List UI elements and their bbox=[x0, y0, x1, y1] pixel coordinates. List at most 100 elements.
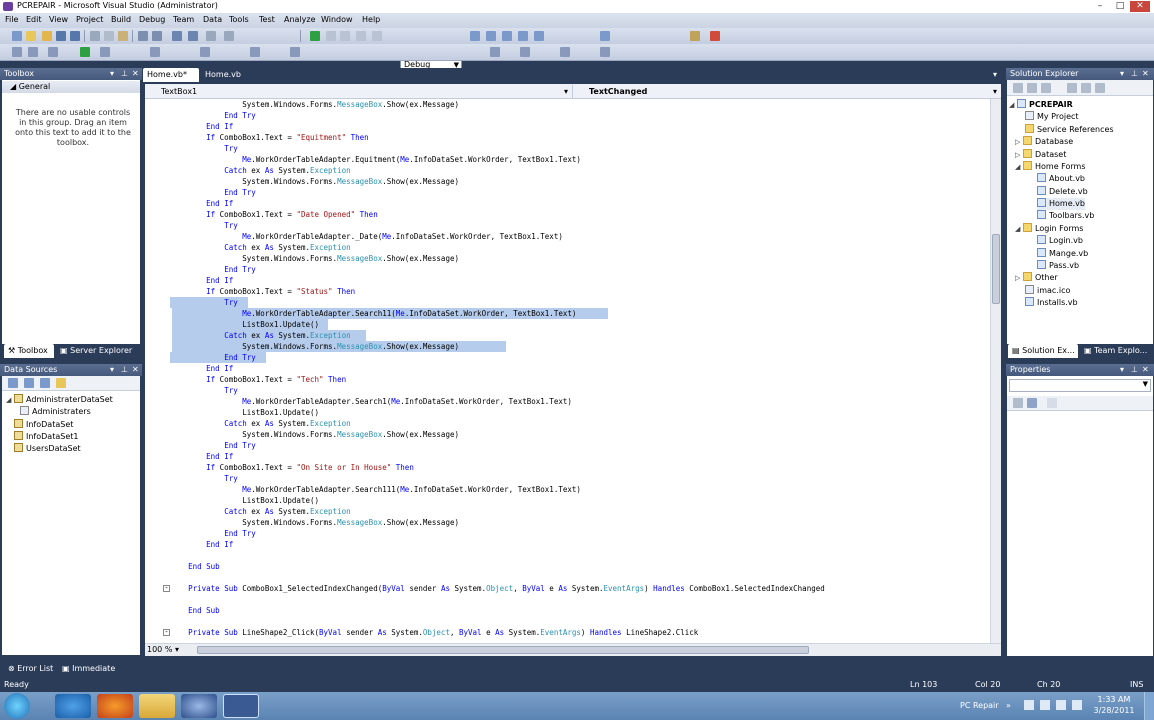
code-line[interactable]: System.Windows.Forms.MessageBox.Show(ex.… bbox=[170, 253, 459, 264]
code-line[interactable]: End Sub bbox=[170, 561, 220, 572]
close-icon[interactable]: ✕ bbox=[132, 364, 139, 376]
view-designer-icon[interactable] bbox=[1081, 83, 1091, 93]
code-line[interactable]: If ComboBox1.Text = "On Site or In House… bbox=[170, 462, 414, 473]
menu-view[interactable]: View bbox=[49, 15, 68, 24]
scroll-thumb[interactable] bbox=[992, 234, 1000, 304]
method-name-select[interactable]: TextChanged ▾ bbox=[575, 85, 1001, 98]
code-line[interactable]: Me.WorkOrderTableAdapter.Equitment(Me.In… bbox=[170, 154, 581, 165]
pin-dropdown-icon[interactable]: ▾ bbox=[110, 68, 114, 80]
start-button[interactable] bbox=[4, 693, 30, 719]
menu-build[interactable]: Build bbox=[111, 15, 131, 24]
refresh-icon[interactable] bbox=[1041, 83, 1051, 93]
step-over-icon[interactable] bbox=[372, 31, 382, 41]
copy-icon[interactable] bbox=[104, 31, 114, 41]
code-line[interactable]: Private Sub ComboBox1_SelectedIndexChang… bbox=[170, 583, 825, 594]
tree-item[interactable]: ▷ Dataset bbox=[1015, 149, 1066, 161]
pin-icon[interactable]: ⊥ bbox=[121, 364, 128, 376]
pin-dropdown-icon[interactable]: ▾ bbox=[110, 364, 114, 376]
step-into-icon[interactable] bbox=[356, 31, 366, 41]
code-line[interactable]: End Try bbox=[170, 110, 256, 121]
tab-home-vb[interactable]: Home.vb* bbox=[143, 68, 199, 82]
power-icon[interactable] bbox=[1072, 700, 1082, 710]
network-icon[interactable] bbox=[1040, 700, 1050, 710]
menu-tools[interactable]: Tools bbox=[229, 15, 249, 24]
code-line[interactable]: ListBox1.Update() bbox=[170, 319, 319, 330]
code-line[interactable]: Me.WorkOrderTableAdapter.Search111(Me.In… bbox=[170, 484, 581, 495]
code-line[interactable]: End If bbox=[170, 539, 233, 550]
tree-item[interactable]: Service References bbox=[1025, 124, 1114, 136]
pin-icon[interactable]: ⊥ bbox=[121, 68, 128, 80]
tab-error-list[interactable]: ⊗ Error List bbox=[4, 662, 56, 676]
align-center-icon[interactable] bbox=[28, 47, 38, 57]
visual-studio-taskbar-icon[interactable] bbox=[223, 694, 259, 718]
properties-icon[interactable] bbox=[502, 31, 512, 41]
close-icon[interactable]: ✕ bbox=[1142, 68, 1149, 80]
tree-item[interactable]: imac.ico bbox=[1025, 285, 1070, 297]
menu-window[interactable]: Window bbox=[321, 15, 353, 24]
tree-item[interactable]: ◢ Login Forms bbox=[1015, 223, 1083, 235]
code-line[interactable]: System.Windows.Forms.MessageBox.Show(ex.… bbox=[170, 341, 459, 352]
editor-horizontal-scrollbar[interactable]: 100 % ▾ bbox=[145, 643, 1001, 656]
code-line[interactable]: Me.WorkOrderTableAdapter.Search1(Me.Info… bbox=[170, 396, 572, 407]
indent-icon[interactable] bbox=[560, 47, 570, 57]
code-line[interactable]: Try bbox=[170, 385, 238, 396]
query-icon[interactable] bbox=[520, 47, 530, 57]
menu-help[interactable]: Help bbox=[362, 15, 380, 24]
code-line[interactable]: Catch ex As System.Exception bbox=[170, 242, 350, 253]
code-line[interactable]: If ComboBox1.Text = "Tech" Then bbox=[170, 374, 346, 385]
open-icon[interactable] bbox=[42, 31, 52, 41]
expand-icon[interactable]: ▷ bbox=[1015, 136, 1023, 148]
refresh-icon[interactable] bbox=[80, 47, 90, 57]
find-icon[interactable] bbox=[470, 31, 480, 41]
tree-item[interactable]: UsersDataSet bbox=[14, 443, 81, 455]
comment-icon[interactable] bbox=[138, 31, 148, 41]
close-icon[interactable]: ✕ bbox=[1142, 364, 1149, 376]
tree-item-project[interactable]: ◢ PCREPAIR bbox=[1009, 99, 1073, 111]
navigate-back-icon[interactable] bbox=[206, 31, 216, 41]
extension-icon[interactable] bbox=[600, 31, 610, 41]
code-line[interactable]: Catch ex As System.Exception bbox=[170, 165, 350, 176]
menu-file[interactable]: File bbox=[5, 15, 18, 24]
code-line[interactable]: End Try bbox=[170, 440, 256, 451]
code-line[interactable]: End If bbox=[170, 121, 233, 132]
tree-item[interactable]: My Project bbox=[1025, 111, 1079, 123]
code-line[interactable]: ListBox1.Update() bbox=[170, 495, 319, 506]
close-icon[interactable]: ✕ bbox=[132, 68, 139, 80]
code-line[interactable]: System.Windows.Forms.MessageBox.Show(ex.… bbox=[170, 99, 459, 110]
maximize-button[interactable]: □ bbox=[1110, 1, 1130, 12]
editor-vertical-scrollbar[interactable] bbox=[990, 99, 1001, 643]
code-line[interactable]: Catch ex As System.Exception bbox=[170, 506, 350, 517]
order-icon[interactable] bbox=[250, 47, 260, 57]
options-icon[interactable] bbox=[710, 31, 720, 41]
code-line[interactable]: End Try bbox=[170, 528, 256, 539]
toolbox-empty-message[interactable]: There are no usable controls in this gro… bbox=[12, 108, 134, 148]
outline-collapse-icon[interactable]: - bbox=[163, 629, 170, 636]
grid-icon[interactable] bbox=[600, 47, 610, 57]
close-button[interactable]: ✕ bbox=[1130, 1, 1150, 12]
class-name-select[interactable]: TextBox1 ▾ bbox=[147, 85, 573, 98]
object-select[interactable]: ▼ bbox=[1009, 379, 1151, 392]
code-line[interactable]: Try bbox=[170, 143, 238, 154]
tab-overflow-icon[interactable]: ▾ bbox=[989, 68, 1003, 82]
collapse-icon[interactable]: ◢ bbox=[1009, 99, 1017, 111]
collapse-icon[interactable]: ◢ bbox=[1015, 223, 1023, 235]
save-all-icon[interactable] bbox=[70, 31, 80, 41]
properties-icon[interactable] bbox=[1013, 83, 1023, 93]
tree-item[interactable]: Login.vb bbox=[1037, 235, 1083, 247]
pause-icon[interactable] bbox=[326, 31, 336, 41]
code-line[interactable]: End Try bbox=[170, 264, 256, 275]
stop-icon[interactable] bbox=[340, 31, 350, 41]
zoom-level[interactable]: 100 % ▾ bbox=[147, 645, 179, 654]
pin-dropdown-icon[interactable]: ▾ bbox=[1120, 364, 1124, 376]
toolbox-icon[interactable] bbox=[534, 31, 544, 41]
lock-icon[interactable] bbox=[290, 47, 300, 57]
tree-item[interactable]: Pass.vb bbox=[1037, 260, 1079, 272]
pin-dropdown-icon[interactable]: ▾ bbox=[1120, 68, 1124, 80]
cut-icon[interactable] bbox=[90, 31, 100, 41]
code-line[interactable]: End If bbox=[170, 451, 233, 462]
tree-item[interactable]: Installs.vb bbox=[1025, 297, 1078, 309]
tray-label[interactable]: PC Repair bbox=[960, 701, 999, 710]
clock-time[interactable]: 1:33 AM bbox=[1089, 695, 1139, 704]
refresh-icon[interactable] bbox=[56, 378, 66, 388]
code-line[interactable]: Try bbox=[170, 220, 238, 231]
